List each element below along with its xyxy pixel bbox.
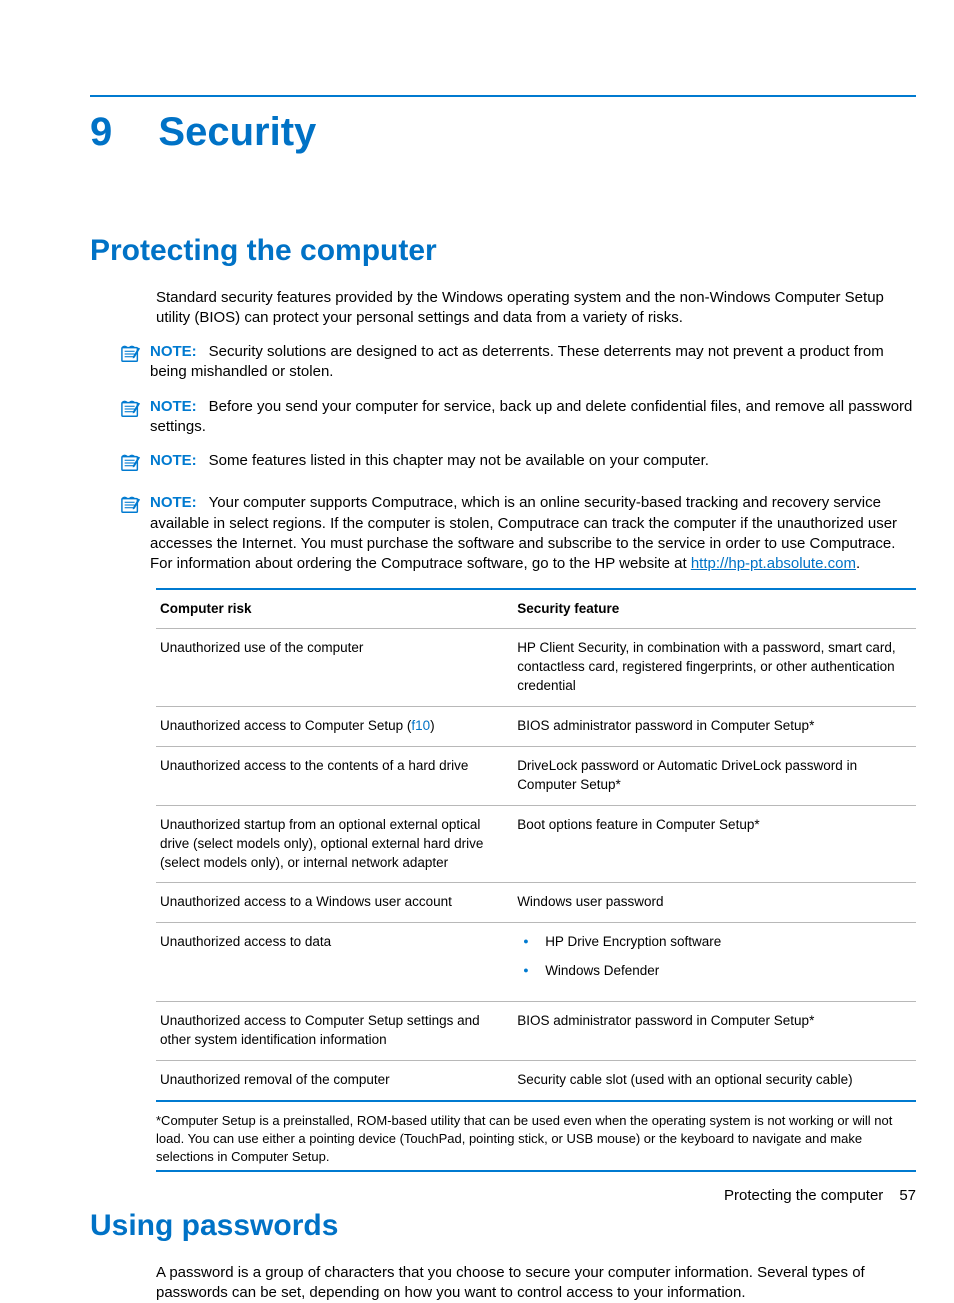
cell-risk: Unauthorized access to data bbox=[156, 923, 513, 1002]
page-footer: Protecting the computer 57 bbox=[90, 1186, 916, 1206]
table-row: Unauthorized access to a Windows user ac… bbox=[156, 883, 916, 923]
note-icon bbox=[120, 453, 146, 479]
footer-section: Protecting the computer bbox=[724, 1187, 883, 1204]
cell-risk: Unauthorized access to the contents of a… bbox=[156, 747, 513, 806]
cell-feature: Windows user password bbox=[513, 883, 916, 923]
note-icon bbox=[120, 344, 146, 370]
cell-risk: Unauthorized access to Computer Setup (f… bbox=[156, 707, 513, 747]
note-text: Security solutions are designed to act a… bbox=[150, 343, 884, 380]
table-row: Unauthorized removal of the computer Sec… bbox=[156, 1060, 916, 1099]
cell-feature: DriveLock password or Automatic DriveLoc… bbox=[513, 747, 916, 806]
table-footnote: *Computer Setup is a preinstalled, ROM-b… bbox=[156, 1112, 916, 1167]
note-text-post: . bbox=[856, 555, 860, 572]
cell-feature: Security cable slot (used with an option… bbox=[513, 1060, 916, 1099]
cell-feature: BIOS administrator password in Computer … bbox=[513, 1002, 916, 1061]
cell-risk: Unauthorized removal of the computer bbox=[156, 1060, 513, 1099]
note-label: NOTE: bbox=[150, 398, 197, 415]
note-label: NOTE: bbox=[150, 494, 197, 511]
footer-page-number: 57 bbox=[899, 1187, 916, 1204]
cell-feature: Boot options feature in Computer Setup* bbox=[513, 805, 916, 883]
chapter-title: Security bbox=[158, 105, 316, 159]
chapter-header: 9 Security bbox=[90, 105, 916, 159]
note-1: NOTE:Security solutions are designed to … bbox=[120, 342, 916, 383]
col-header-feature: Security feature bbox=[513, 590, 916, 629]
table-row: Unauthorized startup from an optional ex… bbox=[156, 805, 916, 883]
note-3: NOTE: Some features listed in this chapte… bbox=[120, 451, 916, 479]
cell-risk: Unauthorized startup from an optional ex… bbox=[156, 805, 513, 883]
cell-feature: HP Client Security, in combination with … bbox=[513, 629, 916, 707]
cell-risk: Unauthorized use of the computer bbox=[156, 629, 513, 707]
section-passwords-title: Using passwords bbox=[90, 1206, 916, 1247]
f10-key: f10 bbox=[411, 718, 430, 733]
table-row: Unauthorized use of the computer HP Clie… bbox=[156, 629, 916, 707]
passwords-paragraph: A password is a group of characters that… bbox=[156, 1263, 916, 1303]
cell-risk: Unauthorized access to a Windows user ac… bbox=[156, 883, 513, 923]
note-2: NOTE:Before you send your computer for s… bbox=[120, 397, 916, 438]
table-row: Unauthorized access to the contents of a… bbox=[156, 747, 916, 806]
note-icon bbox=[120, 495, 146, 521]
note-label: NOTE: bbox=[150, 452, 197, 469]
feature-list-item: Windows Defender bbox=[517, 962, 908, 981]
cell-feature: HP Drive Encryption software Windows Def… bbox=[513, 923, 916, 1002]
note-text: Some features listed in this chapter may… bbox=[209, 452, 709, 469]
feature-list-item: HP Drive Encryption software bbox=[517, 933, 908, 952]
table-row: Unauthorized access to Computer Setup se… bbox=[156, 1002, 916, 1061]
computrace-link[interactable]: http://hp-pt.absolute.com bbox=[691, 555, 856, 572]
col-header-risk: Computer risk bbox=[156, 590, 513, 629]
intro-paragraph: Standard security features provided by t… bbox=[156, 288, 916, 329]
table-row: Unauthorized access to Computer Setup (f… bbox=[156, 707, 916, 747]
section-protecting-title: Protecting the computer bbox=[90, 231, 916, 272]
note-label: NOTE: bbox=[150, 343, 197, 360]
cell-risk: Unauthorized access to Computer Setup se… bbox=[156, 1002, 513, 1061]
note-text: Before you send your computer for servic… bbox=[150, 398, 912, 435]
chapter-top-rule bbox=[90, 95, 916, 97]
chapter-number: 9 bbox=[90, 105, 112, 159]
note-4: NOTE:Your computer supports Computrace, … bbox=[120, 493, 916, 574]
table-row: Unauthorized access to data HP Drive Enc… bbox=[156, 923, 916, 1002]
cell-feature: BIOS administrator password in Computer … bbox=[513, 707, 916, 747]
risk-feature-table: Computer risk Security feature Unauthori… bbox=[156, 588, 916, 1172]
note-icon bbox=[120, 399, 146, 425]
